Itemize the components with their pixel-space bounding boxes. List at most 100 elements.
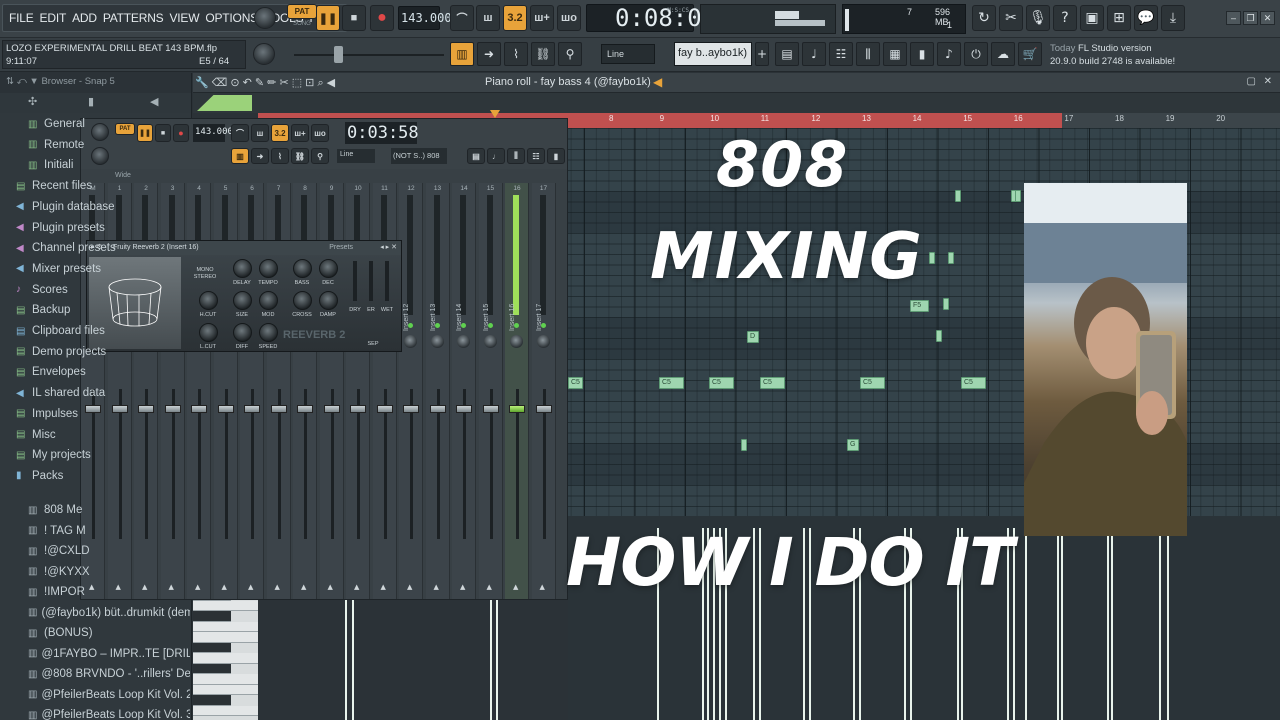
mixer-strip-led[interactable] <box>461 323 466 328</box>
mixer-step-button[interactable]: ш+ <box>291 124 309 142</box>
mixer-strip-led[interactable] <box>514 323 519 328</box>
speaker-icon[interactable]: ◀ <box>150 95 158 108</box>
plugin-picker-button[interactable]: ▦ <box>883 42 907 66</box>
piano-roll-note[interactable]: C5 <box>659 377 684 389</box>
channel-rack-button[interactable]: ☷ <box>829 42 853 66</box>
piano-roll-note[interactable]: F5 <box>910 300 929 312</box>
record-button[interactable]: ● <box>370 5 394 31</box>
reverb-knob[interactable] <box>293 291 312 310</box>
cut-button[interactable]: ✂ <box>999 5 1023 31</box>
master-pitch-knob[interactable] <box>253 43 275 65</box>
close-icon[interactable]: ✕ <box>1264 76 1272 87</box>
mixer-folder-button[interactable]: ▮ <box>547 148 565 164</box>
reverb-knob[interactable] <box>233 323 252 342</box>
mixer-strip-led[interactable] <box>487 323 493 328</box>
piano-roll-note[interactable]: G <box>847 439 859 451</box>
volume-fader[interactable] <box>535 405 552 413</box>
typing-keyboard-button[interactable]: ▥ <box>450 42 474 66</box>
reverb-slider[interactable] <box>385 261 389 301</box>
piano-roll-tools-icon[interactable]: 🔧 ⌫ ⊙ ↶ ✎ ✏ ✂ ⬚ ⊡ ⌕ ◀ <box>195 76 335 90</box>
browser-item[interactable]: ▤ My projects <box>16 445 188 465</box>
mixer-loop-button[interactable]: шо <box>311 124 329 142</box>
plugin-button[interactable]: ⊞ <box>1107 5 1131 31</box>
reverb-slider[interactable] <box>369 261 373 301</box>
refresh-button[interactable]: ↻ <box>972 5 996 31</box>
reverb-knob[interactable] <box>319 259 338 278</box>
menu-view[interactable]: VIEW <box>166 11 202 25</box>
loop-record-button[interactable]: шо <box>557 5 581 31</box>
microphone-button[interactable]: 🎙 <box>1026 5 1050 31</box>
close-icon[interactable]: ◂ ▸ ✕ <box>380 243 397 251</box>
collapse-icon[interactable]: ✣ <box>28 95 37 108</box>
add-pattern-button[interactable]: + <box>755 42 769 66</box>
piano-roll-note[interactable]: C5 <box>760 377 785 389</box>
mixer-keyboard-button[interactable]: ▥ <box>231 148 249 164</box>
pitch-slider-track[interactable] <box>294 54 444 56</box>
velocity-bar[interactable] <box>345 600 347 720</box>
audio-button[interactable]: ♪ <box>937 42 961 66</box>
route-arrow-icon[interactable]: ▲ <box>222 583 230 591</box>
velocity-bar[interactable] <box>490 600 492 720</box>
piano-roll-note[interactable]: C5 <box>961 377 986 389</box>
menu-edit[interactable]: EDIT <box>37 11 70 25</box>
reverb-knob[interactable] <box>199 323 218 342</box>
volume-fader[interactable] <box>376 405 393 413</box>
browser-nav-icon[interactable]: ⇅ ⤺ ▼ <box>6 76 41 87</box>
pack-item[interactable]: ▥ 808 Me <box>28 500 190 520</box>
reverb-mode-label[interactable]: MONO <box>191 267 219 273</box>
browser-item[interactable]: ▮ Packs <box>16 466 188 486</box>
mixer-metronome-button[interactable]: ⌒ <box>231 124 249 142</box>
mixer-snap-select[interactable]: Line <box>337 149 375 163</box>
mixer-countdown-button[interactable]: 3.2 <box>271 124 289 142</box>
piano-key[interactable] <box>193 632 258 643</box>
route-arrow-icon[interactable]: ▲ <box>434 583 442 591</box>
browser-item[interactable]: ◀ Plugin presets <box>16 218 188 238</box>
pattern-select[interactable]: fay b..aybo1k) <box>674 42 752 66</box>
volume-fader[interactable] <box>509 405 525 413</box>
piano-key[interactable] <box>193 705 258 716</box>
piano-key[interactable] <box>193 611 231 622</box>
reverb-knob[interactable] <box>259 291 278 310</box>
wait-input-button[interactable]: ш <box>476 5 500 31</box>
volume-fader[interactable] <box>429 405 446 413</box>
reverb-slider[interactable] <box>353 261 357 301</box>
restore-button[interactable]: ❐ <box>1243 11 1258 25</box>
download-button[interactable]: ⤓ <box>1161 5 1185 31</box>
mixer-strip[interactable]: 12 Insert 12 ▲ <box>399 183 423 599</box>
piano-roll-note[interactable]: C5 <box>709 377 734 389</box>
route-arrow-icon[interactable]: ▲ <box>301 583 309 591</box>
browser-item[interactable]: ▤ Clipboard files <box>16 321 188 341</box>
piano-key[interactable] <box>193 695 231 706</box>
mixer-strip[interactable]: 14 Insert 14 ▲ <box>452 183 476 599</box>
shop-button[interactable]: 🛒 <box>1018 42 1042 66</box>
pack-item[interactable]: ▥ !@KYXX <box>28 562 190 582</box>
piano-roll-note[interactable]: D <box>747 331 759 343</box>
piano-roll-note[interactable]: C5 <box>860 377 885 389</box>
pat-mode-button[interactable]: PAT <box>287 4 317 19</box>
link-button[interactable]: ⛓ <box>531 42 555 66</box>
pack-item[interactable]: ▥ @PfeilerBeats Loop Kit Vol. 3 <box>28 705 190 720</box>
playlist-button[interactable]: ▤ <box>775 42 799 66</box>
mixer-link-button[interactable]: ⛓ <box>291 148 309 164</box>
mixer-pattern-select[interactable]: (NOT S..) 808 <box>391 148 447 164</box>
velocity-bar[interactable] <box>496 600 498 720</box>
route-arrow-icon[interactable]: ▲ <box>540 583 548 591</box>
browser-item[interactable]: ▤ Misc <box>16 425 188 445</box>
piano-roll-note[interactable] <box>936 330 942 342</box>
browser-item[interactable]: ◀ Mixer presets <box>16 259 188 279</box>
reverb-mode-label[interactable]: STEREO <box>191 274 219 280</box>
step-sequencer-button[interactable]: ➜ <box>477 42 501 66</box>
overview-scroll-handle[interactable] <box>197 95 252 111</box>
volume-fader[interactable] <box>217 405 234 413</box>
mixer-wait-button[interactable]: ш <box>251 124 269 142</box>
piano-roll-button[interactable]: ♩ <box>802 42 826 66</box>
mixer-strip[interactable]: 15 Insert 15 ▲ <box>478 183 503 599</box>
reverb-knob[interactable] <box>259 259 278 278</box>
document-icon[interactable]: ▮ <box>88 95 94 108</box>
browser-item[interactable]: ▤ Envelopes <box>16 362 188 382</box>
mixer-stamp-button[interactable]: ⚲ <box>311 148 329 164</box>
piano-roll-note[interactable] <box>1015 190 1021 202</box>
pan-knob[interactable] <box>457 335 470 348</box>
volume-fader[interactable] <box>350 405 366 413</box>
song-time-display[interactable]: 0:08:02 M:S:CS <box>586 4 716 32</box>
